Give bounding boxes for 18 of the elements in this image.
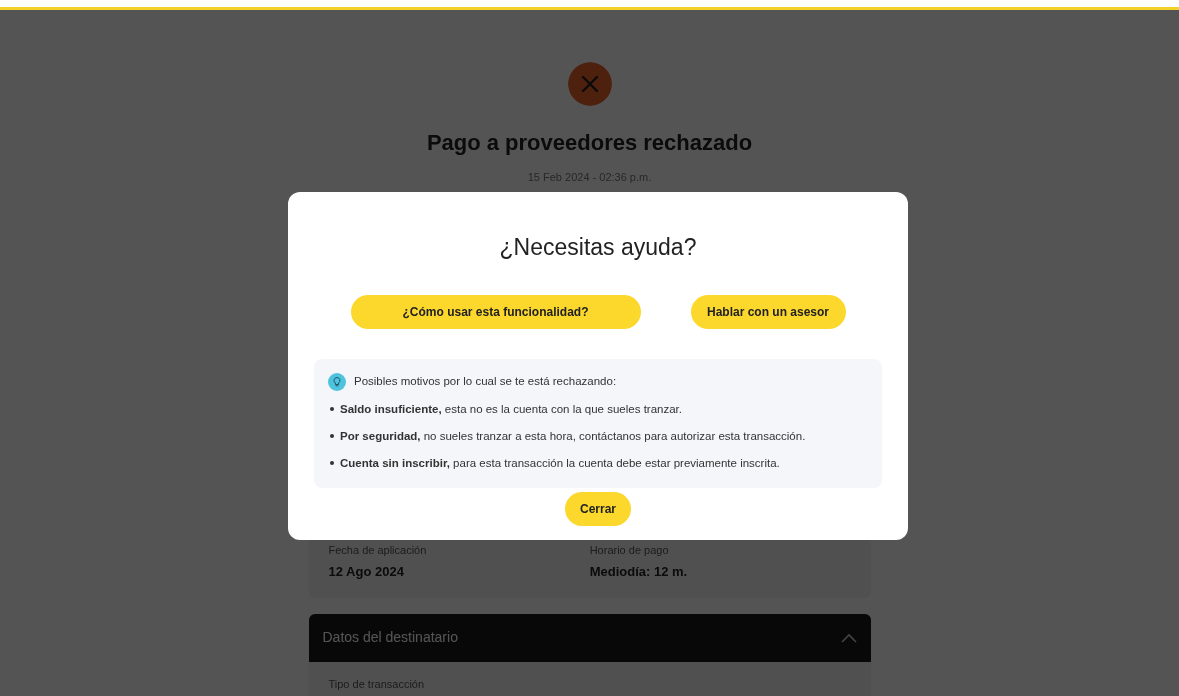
- bullet-icon: [330, 433, 334, 438]
- bullet-icon: [330, 461, 334, 465]
- help-button[interactable]: Hablar con un asesor: [690, 294, 846, 329]
- field-value: Mediodía: 12 m.: [589, 563, 689, 581]
- page-title: Pago a proveedores rechazado: [425, 129, 754, 157]
- info-intro: Posibles motivos por lo cual se te está rechazando:: [354, 373, 617, 389]
- chevron-icon: [840, 632, 857, 643]
- field-value: 12 Ago 2024: [328, 563, 405, 581]
- reason-text: Saldo insuficiente, esta no es la cuenta con la que sueles tranzar.: [340, 401, 682, 417]
- bullet-icon: [330, 406, 334, 411]
- error-icon: [567, 62, 612, 106]
- reason-text: Por seguridad, no sueles tranzar a esta hora, contáctanos para autorizar esta transacción.: [340, 428, 806, 444]
- section-title: Datos del destinatario: [322, 628, 458, 647]
- reason-text: Cuenta sin inscribir, para esta transacción la cuenta debe estar previamente inscrita.: [340, 456, 780, 471]
- help-button[interactable]: ¿Cómo usar esta funcionalidad?: [350, 294, 641, 329]
- dialog-title: ¿Necesitas ayuda?: [498, 233, 698, 262]
- lightbulb-icon: [328, 372, 346, 391]
- close-button[interactable]: Cerrar: [565, 492, 631, 527]
